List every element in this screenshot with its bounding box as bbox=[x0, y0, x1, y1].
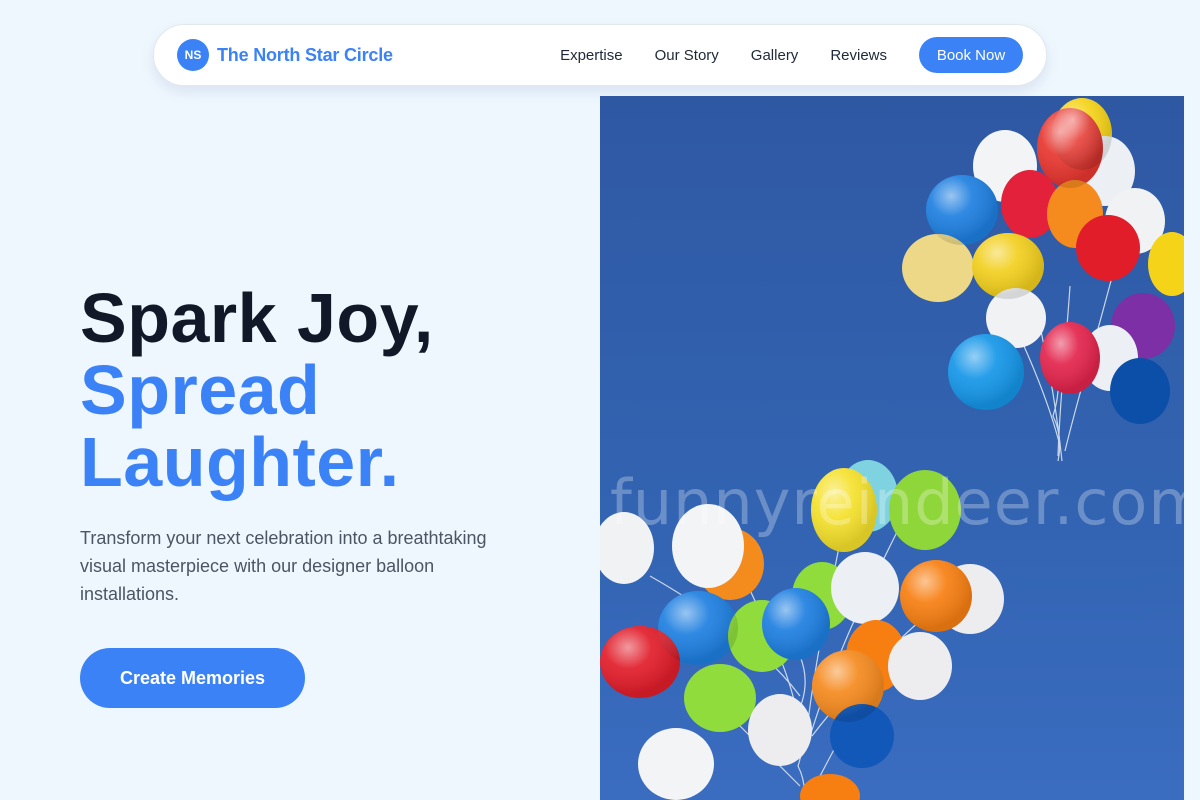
hero-title-line1: Spark Joy, bbox=[80, 279, 434, 357]
brand-name: The North Star Circle bbox=[217, 44, 393, 65]
balloons-illustration bbox=[600, 98, 1184, 800]
nav-link-reviews[interactable]: Reviews bbox=[830, 47, 887, 64]
hero-description: Transform your next celebration into a b… bbox=[80, 528, 487, 604]
image-watermark: funnyreindeer.com bbox=[610, 466, 1184, 539]
logo-badge: NS bbox=[177, 39, 209, 71]
hero-title-line3: Laughter. bbox=[80, 423, 400, 501]
nav-links: Expertise Our Story Gallery Reviews Book… bbox=[560, 37, 1023, 73]
nav-link-expertise[interactable]: Expertise bbox=[560, 47, 623, 64]
nav-link-our-story[interactable]: Our Story bbox=[655, 47, 719, 64]
create-memories-button[interactable]: Create Memories bbox=[80, 648, 305, 708]
nav-link-gallery[interactable]: Gallery bbox=[751, 47, 799, 64]
book-now-button[interactable]: Book Now bbox=[919, 37, 1023, 73]
hero-title: Spark Joy, Spread Laughter. bbox=[80, 282, 580, 498]
hero-balloon-image: funnyreindeer.com bbox=[600, 96, 1184, 800]
landing-page: NS The North Star Circle Expertise Our S… bbox=[0, 0, 1200, 800]
top-navbar: NS The North Star Circle Expertise Our S… bbox=[153, 24, 1047, 86]
hero-title-line2: Spread bbox=[80, 351, 321, 429]
brand-link[interactable]: NS The North Star Circle bbox=[177, 39, 393, 71]
